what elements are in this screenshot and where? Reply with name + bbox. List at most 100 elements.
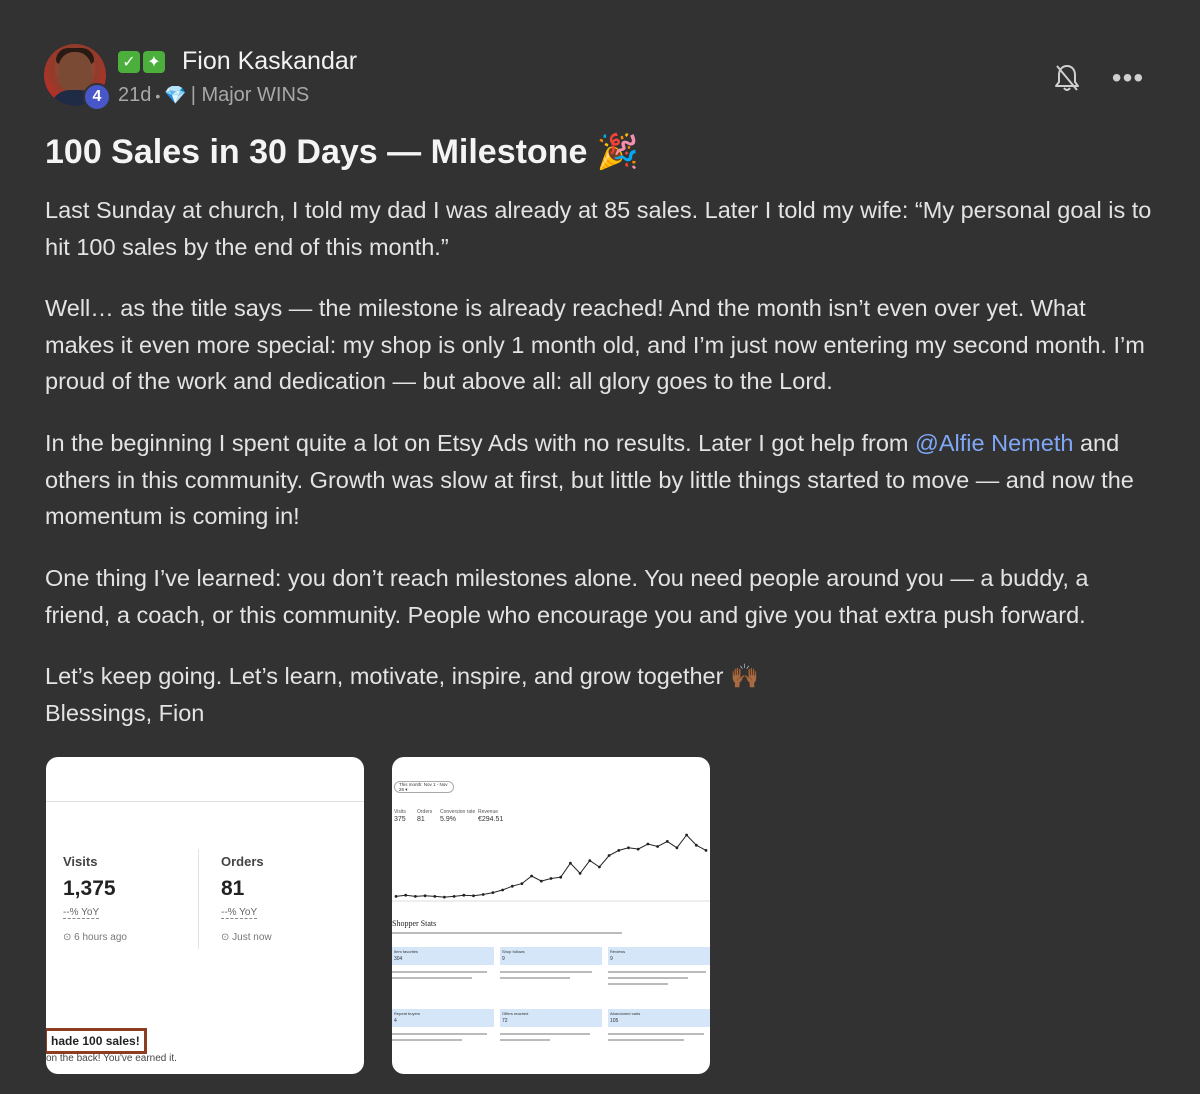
stat-label: Orders — [221, 854, 264, 869]
chart-line — [395, 834, 707, 898]
mention-link[interactable]: @Alfie Nemeth — [915, 430, 1073, 456]
chart-point — [462, 893, 466, 897]
author-badges: ✓ ✦ — [118, 51, 165, 73]
chart-point — [520, 882, 524, 885]
post-title: 100 Sales in 30 Days — Milestone 🎉 — [45, 133, 640, 171]
chip-label: Visits — [394, 809, 406, 815]
chart-point — [394, 895, 398, 898]
text-line — [500, 1039, 550, 1041]
post-paragraph-4: One thing I’ve learned: you don’t reach … — [45, 565, 1089, 628]
post-paragraph-5: Let’s keep going. Let’s learn, motivate,… — [45, 663, 760, 689]
chart-point — [675, 846, 679, 850]
post-paragraph-2: Well… as the title says — the milestone … — [45, 295, 1145, 395]
chart-point — [588, 859, 592, 862]
chart-point — [665, 840, 669, 843]
chart-point — [598, 865, 601, 869]
stat-label: Visits — [63, 854, 98, 869]
chart-point — [646, 842, 650, 846]
stat-value: 1,375 — [63, 877, 116, 900]
chip-value: €294.51 — [478, 816, 504, 823]
chart-point — [404, 893, 408, 897]
post-paragraph-3: In the beginning I spent quite a lot on … — [45, 425, 1160, 535]
sales-banner-sub: on the back! You've earned it. — [46, 1053, 177, 1064]
post-paragraph-1: Last Sunday at church, I told my dad I w… — [45, 197, 1152, 260]
stat-cell: Offers reached 72 — [500, 1009, 602, 1027]
chart-point — [481, 893, 485, 896]
post-meta: 21d • 💎 | Major WINS — [118, 84, 309, 107]
text-line — [608, 1033, 704, 1035]
text-line — [500, 977, 570, 979]
text-line — [392, 977, 472, 979]
chart-point — [636, 847, 640, 851]
chip-value: 375 — [394, 816, 406, 823]
chart-point — [685, 833, 688, 837]
chart-point — [530, 874, 533, 878]
chart-point — [569, 861, 572, 865]
subtitle-line — [392, 932, 622, 934]
stat-cell: Reviews 9 — [608, 947, 710, 965]
meta-separator: • — [155, 87, 161, 104]
chart-point — [433, 895, 437, 898]
chart-point — [704, 849, 708, 852]
level-badge: 4 — [83, 83, 111, 111]
attachment-image-2[interactable]: This month: Nov 1 - Nov 26 ▾ Visits Orde… — [392, 757, 710, 1074]
chart-point — [549, 877, 553, 880]
date-filter: This month: Nov 1 - Nov 26 ▾ — [394, 781, 454, 793]
chip-label: Revenue — [478, 809, 499, 815]
chart-point — [607, 854, 611, 857]
sales-banner: hade 100 sales! — [46, 1028, 147, 1054]
text-line — [608, 977, 688, 979]
attachment-image-1[interactable]: Visits 1,375 --% YoY ⊙ 6 hours ago Order… — [46, 757, 364, 1074]
text-line — [608, 1039, 684, 1041]
paragraph-text: In the beginning I spent quite a lot on … — [45, 430, 916, 456]
stat-cell: Shop follows 9 — [500, 947, 602, 965]
stat-time: ⊙ 6 hours ago — [63, 932, 127, 943]
chart-point — [510, 884, 514, 888]
chip-label: Conversion rate — [440, 809, 476, 815]
post-card: 4 ✓ ✦ Fion Kaskandar 21d • 💎 | Major WIN… — [0, 0, 1200, 1094]
chart-point — [578, 872, 582, 875]
stat-yoy: --% YoY — [63, 907, 100, 919]
post-signature: Blessings, Fion — [45, 700, 205, 726]
chart-point — [443, 895, 446, 899]
sparkle-badge-icon: ✦ — [143, 51, 165, 73]
chart-point — [617, 849, 621, 852]
chart-point — [491, 891, 495, 894]
stat-cell: Abandoned carts 105 — [608, 1009, 710, 1027]
chip-value: 5.9% — [440, 816, 456, 823]
stat-yoy: --% YoY — [221, 907, 258, 919]
stat-value: 81 — [221, 877, 245, 900]
chip-value: 81 — [417, 816, 425, 823]
visits-line-chart — [392, 833, 710, 902]
text-line — [392, 1039, 462, 1041]
chart-point — [501, 888, 504, 892]
chart-point — [627, 846, 630, 850]
chart-point — [452, 895, 456, 898]
text-line — [608, 971, 706, 973]
chart-point — [559, 875, 563, 879]
stat-time: ⊙ Just now — [221, 932, 272, 943]
bell-off-icon[interactable] — [1050, 60, 1084, 96]
author-name[interactable]: Fion Kaskandar — [182, 47, 357, 76]
stat-cell: Repeat buyers 4 — [392, 1009, 494, 1027]
checkmark-badge-icon: ✓ — [118, 51, 140, 73]
text-line — [500, 1033, 590, 1035]
chip-label: Orders — [417, 809, 433, 815]
chart-point — [472, 894, 475, 898]
text-line — [500, 971, 592, 973]
text-line — [392, 971, 487, 973]
chart-point — [694, 843, 698, 847]
chart-point — [414, 895, 417, 898]
more-icon[interactable]: ••• — [1110, 62, 1146, 93]
chart-point — [423, 894, 427, 898]
post-category[interactable]: | Major WINS — [191, 84, 310, 107]
chart-point — [656, 845, 659, 848]
text-line — [608, 983, 668, 985]
text-line — [392, 1033, 487, 1035]
post-age: 21d — [118, 84, 152, 106]
chart-point — [539, 879, 543, 883]
divider — [46, 801, 364, 802]
divider — [198, 849, 199, 949]
shopper-stats-title: Shopper Stats — [392, 919, 437, 928]
gem-icon: 💎 — [164, 85, 187, 105]
